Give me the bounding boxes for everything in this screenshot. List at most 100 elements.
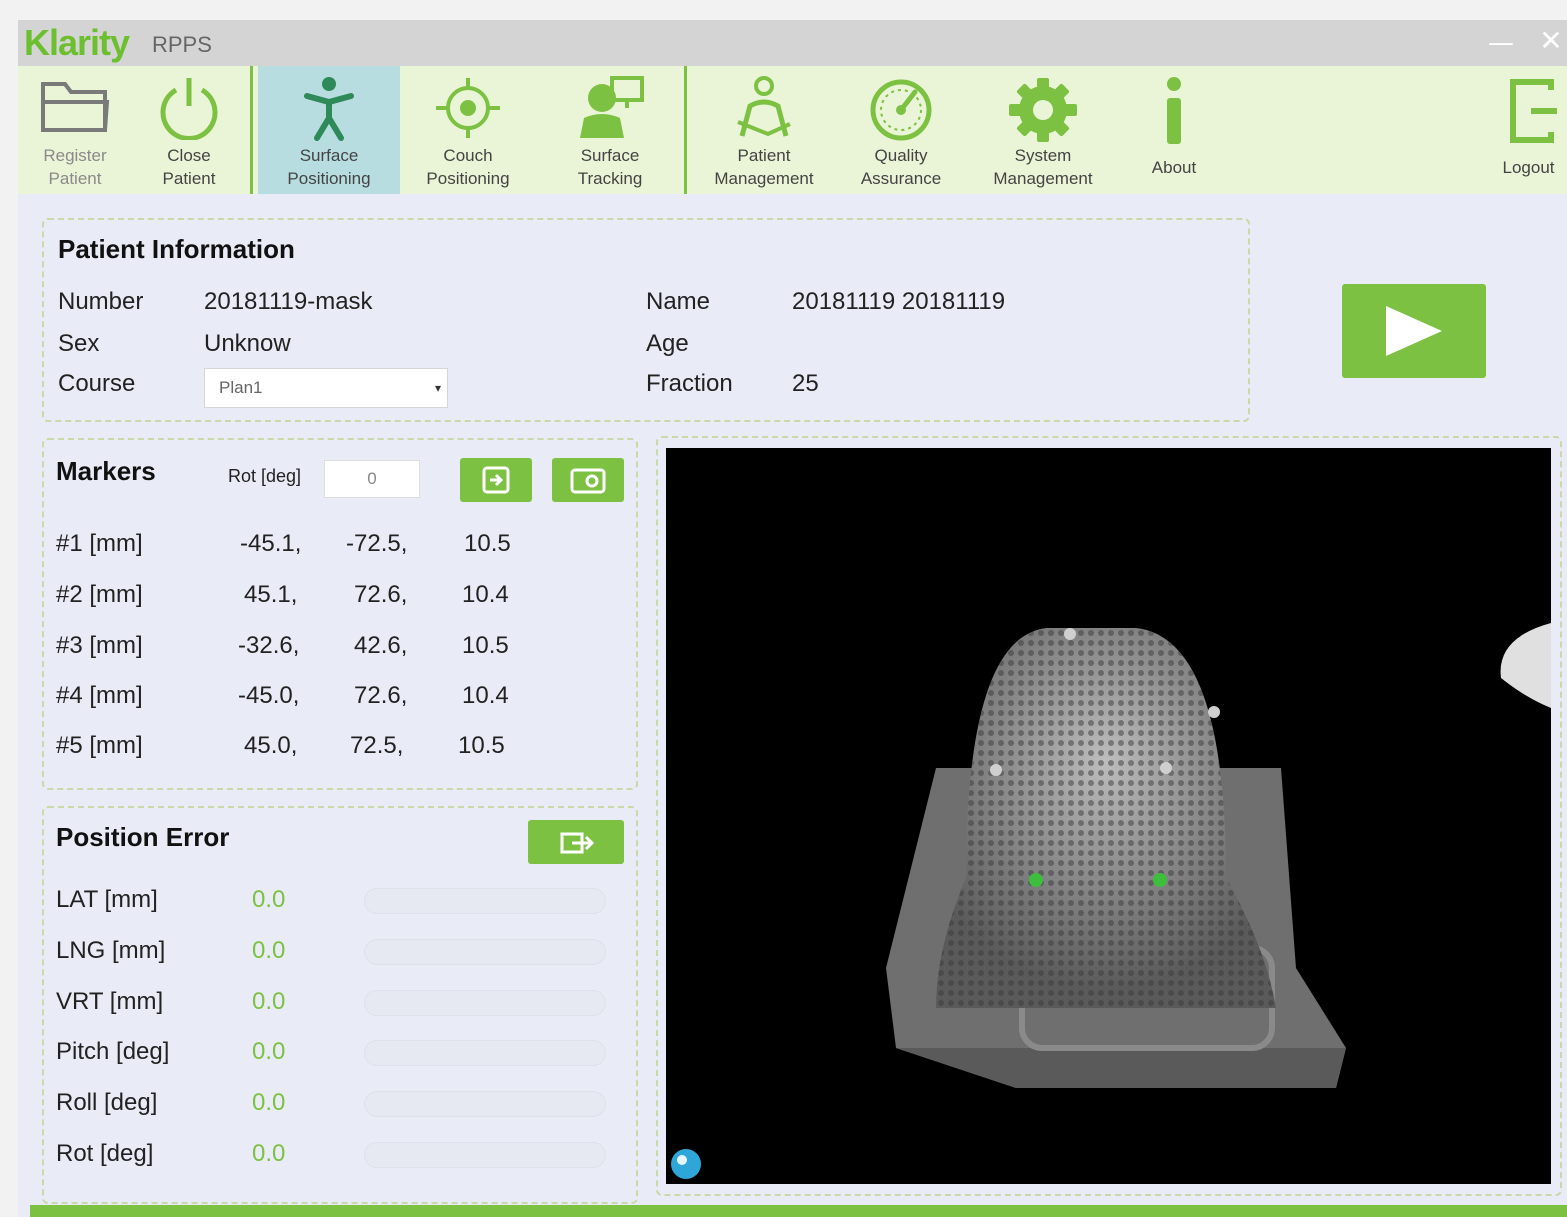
marker-y: 72.6, [354,682,408,709]
error-bar [364,939,606,965]
register-patient-button[interactable]: Register Patient [22,66,128,194]
error-label: Pitch [deg] [56,1038,170,1065]
patient-management-tab[interactable]: Patient Management [694,66,834,194]
close-patient-button[interactable]: Close Patient [136,66,242,194]
course-label: Course [58,370,136,397]
tool-label: Management [993,169,1093,188]
tool-label: System [1014,146,1072,165]
error-row: Rot [deg] 0.0 [44,1140,636,1180]
tool-label: Surface [299,146,359,165]
marker-x: 45.0, [244,732,298,759]
crosshair-icon [436,78,500,138]
marker-z: 10.5 [462,632,509,659]
status-bar [30,1205,1567,1217]
marker-x: 45.1, [244,581,298,608]
power-icon [160,78,218,140]
sex-label: Sex [58,330,100,357]
tool-label: Register [43,146,107,165]
course-selected-value: Plan1 [219,378,263,397]
tool-label: Assurance [860,169,942,188]
error-value: 0.0 [252,1089,286,1116]
name-label: Name [646,288,711,315]
gauge-icon [870,79,932,141]
marker-label: #3 [mm] [56,632,143,659]
course-select[interactable]: Plan1 ▾ [204,368,448,408]
name-value: 20181119 20181119 [792,288,1006,315]
error-row: VRT [mm] 0.0 [44,988,636,1028]
product-name: RPPS [152,32,212,57]
tool-label: Couch [443,146,493,165]
marker-z: 10.5 [464,530,511,557]
marker-row: #2 [mm] 45.1, 72.6, 10.4 [44,581,636,621]
tool-label: Close [167,146,211,165]
tool-label: Logout [1502,158,1555,177]
marker-y: 72.6, [354,581,408,608]
logout-button[interactable]: Logout [1490,66,1567,194]
marker-row: #3 [mm] -32.6, 42.6, 10.5 [44,632,636,672]
rot-input[interactable]: 0 [324,460,420,498]
marker-label: #5 [mm] [56,732,143,759]
marker-z: 10.5 [458,732,505,759]
position-error-title: Position Error [56,822,230,852]
tool-label: Patient [162,169,216,188]
about-tab[interactable]: About [1126,66,1222,194]
main-content: Patient Information Number 20181119-mask… [28,202,1567,1217]
error-bar [364,990,606,1016]
error-bar [364,888,606,914]
age-label: Age [646,330,689,357]
error-value: 0.0 [252,937,286,964]
play-icon [1386,306,1442,356]
app-logo: Klarity [24,22,130,63]
fraction-value: 25 [792,370,819,397]
error-label: Roll [deg] [56,1089,158,1116]
import-icon [482,466,510,494]
marker-y: 42.6, [354,632,408,659]
marker-label: #4 [mm] [56,682,143,709]
info-icon [1167,77,1181,144]
surface-tracking-tab[interactable]: Surface Tracking [542,66,678,194]
tool-label: About [1151,158,1197,177]
tool-label: Positioning [287,169,371,188]
folder-icon [41,82,110,132]
error-label: Rot [deg] [56,1140,154,1167]
chevron-down-icon: ▾ [434,381,441,395]
mask-surface-render [671,623,1551,1179]
fraction-label: Fraction [646,370,733,397]
tool-label: Positioning [426,169,510,188]
marker-row: #5 [mm] 45.0, 72.5, 10.5 [44,732,636,772]
error-label: LAT [mm] [56,886,158,913]
sex-value: Unknow [204,330,291,357]
couch-positioning-tab[interactable]: Couch Positioning [402,66,534,194]
person-icon [304,77,354,141]
marker-row: #1 [mm] -45.1, -72.5, 10.5 [44,530,636,570]
marker-z: 10.4 [462,682,509,709]
export-error-button[interactable] [528,820,624,864]
error-label: VRT [mm] [56,988,164,1015]
start-button[interactable] [1342,284,1486,378]
number-label: Number [58,288,144,315]
capture-icon [570,468,606,494]
quality-assurance-tab[interactable]: Quality Assurance [842,66,960,194]
markers-panel: Markers Rot [deg] 0 #1 [mm] -45.1, -72.5… [42,438,638,790]
marker-capture-button[interactable] [552,458,624,502]
patient-management-icon [737,76,791,137]
patient-info-title: Patient Information [58,234,295,264]
number-value: 20181119-mask [204,288,373,315]
tool-label: Patient [737,146,791,165]
close-window-button[interactable]: ✕ [1536,26,1566,56]
marker-z: 10.4 [462,581,509,608]
marker-y: 72.5, [350,732,404,759]
marker-row: #4 [mm] -45.0, 72.6, 10.4 [44,682,636,722]
surface-3d-viewer[interactable] [666,448,1551,1184]
marker-import-button[interactable] [460,458,532,502]
minimize-button[interactable]: — [1486,28,1516,58]
tool-label: Management [714,169,814,188]
system-management-tab[interactable]: System Management [968,66,1118,194]
tool-label: Patient [48,169,102,188]
rot-label: Rot [deg] [228,466,302,486]
surface-positioning-tab[interactable]: Surface Positioning [258,66,400,194]
error-bar [364,1142,606,1168]
error-value: 0.0 [252,988,286,1015]
marker-y: -72.5, [346,530,408,557]
main-toolbar: Register Patient Close Patient Surface Posi… [18,66,1567,194]
